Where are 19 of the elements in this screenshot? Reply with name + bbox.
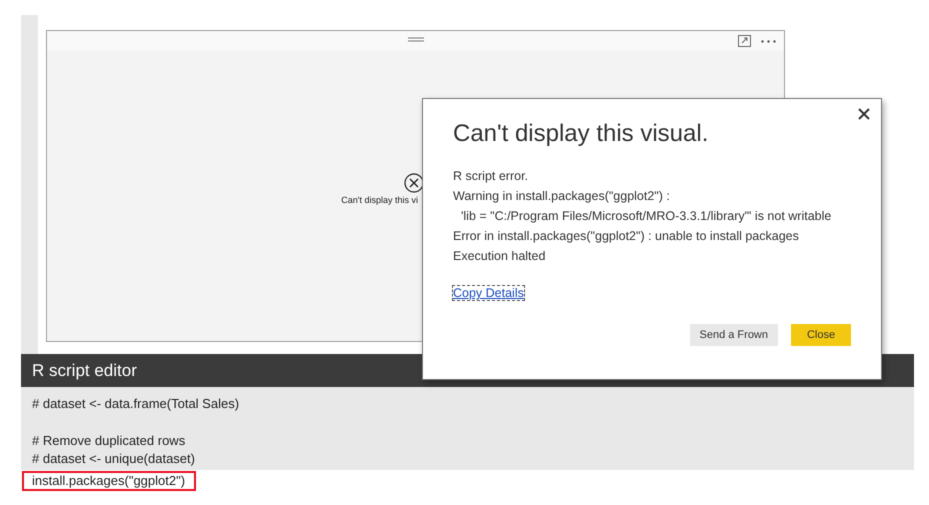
error-detail-line: R script error. (453, 168, 530, 185)
error-detail-line: Warning in install.packages("ggplot2") : (453, 188, 671, 205)
code-line: # Remove duplicated rows (32, 432, 186, 450)
more-options-icon[interactable] (761, 40, 776, 42)
send-frown-button[interactable]: Send a Frown (690, 324, 778, 346)
dialog-title: Can't display this visual. (453, 119, 710, 149)
editor-title: R script editor (32, 360, 137, 380)
close-button[interactable]: Close (791, 324, 851, 346)
close-icon[interactable] (857, 107, 871, 121)
code-line: # dataset <- unique(dataset) (32, 450, 196, 468)
error-message: Can't display this vi (341, 195, 418, 205)
copy-details-link[interactable]: Copy Details (453, 286, 524, 300)
error-detail-line: 'lib = "C:/Program Files/Microsoft/MRO-3.3.1/library"' is not writable (460, 208, 832, 225)
error-detail-line: Error in install.packages("ggplot2") : unable to install packages (453, 228, 800, 245)
drag-handle-icon[interactable] (408, 37, 424, 42)
code-line: # dataset <- data.frame(Total Sales) (32, 395, 240, 413)
error-detail-line: Execution halted (453, 248, 546, 265)
focus-mode-icon[interactable] (738, 35, 751, 47)
error-icon (404, 173, 424, 193)
